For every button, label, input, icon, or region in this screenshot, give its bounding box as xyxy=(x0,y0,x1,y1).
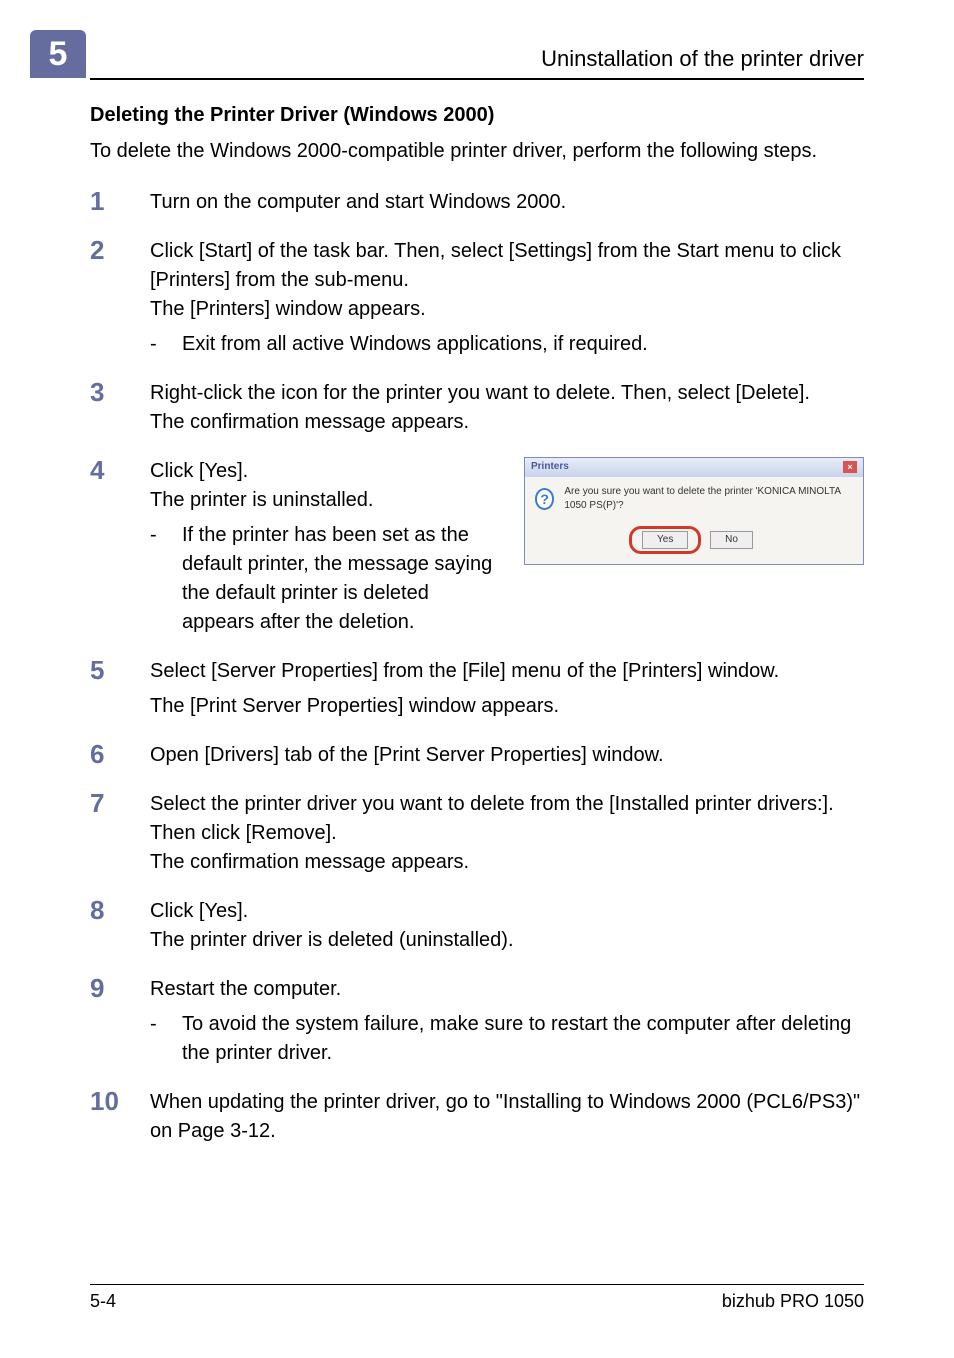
step-text: The [Printers] window appears. xyxy=(150,295,864,324)
no-button[interactable]: No xyxy=(710,531,753,549)
step-text: Select [Server Properties] from the [Fil… xyxy=(150,657,864,686)
step-body: When updating the printer driver, go to … xyxy=(150,1088,864,1146)
bullet-dash: - xyxy=(150,521,164,637)
dialog-message: Are you sure you want to delete the prin… xyxy=(564,485,853,514)
step-7: 7 Select the printer driver you want to … xyxy=(90,790,864,877)
confirmation-dialog: Printers × ? Are you sure you want to de… xyxy=(524,457,864,565)
step-text: Click [Yes]. xyxy=(150,897,864,926)
section-intro: To delete the Windows 2000-compatible pr… xyxy=(90,137,864,166)
dialog-titlebar: Printers × xyxy=(525,458,863,477)
step-text: Click [Yes]. xyxy=(150,457,506,486)
step-body: Select the printer driver you want to de… xyxy=(150,790,864,877)
step-text: Right-click the icon for the printer you… xyxy=(150,379,864,408)
step-text: Select the printer driver you want to de… xyxy=(150,790,864,848)
step-number: 7 xyxy=(90,790,128,877)
substep-text: If the printer has been set as the defau… xyxy=(182,521,506,637)
step-subitem: - To avoid the system failure, make sure… xyxy=(150,1010,864,1068)
step-body: Turn on the computer and start Windows 2… xyxy=(150,188,864,217)
product-name: bizhub PRO 1050 xyxy=(722,1291,864,1312)
step-3: 3 Right-click the icon for the printer y… xyxy=(90,379,864,437)
question-icon: ? xyxy=(535,488,554,510)
step-number: 4 xyxy=(90,457,128,637)
step-6: 6 Open [Drivers] tab of the [Print Serve… xyxy=(90,741,864,770)
step-body: Click [Start] of the task bar. Then, sel… xyxy=(150,237,864,359)
step-number: 1 xyxy=(90,188,128,217)
step-text: The printer is uninstalled. xyxy=(150,486,506,515)
step-number: 10 xyxy=(90,1088,128,1146)
page-number: 5-4 xyxy=(90,1291,116,1312)
page-header: 5 Uninstallation of the printer driver xyxy=(90,30,864,80)
step-body: Select [Server Properties] from the [Fil… xyxy=(150,657,864,721)
close-icon[interactable]: × xyxy=(843,461,857,473)
bullet-dash: - xyxy=(150,330,164,359)
step-text: The confirmation message appears. xyxy=(150,848,864,877)
step-text: The confirmation message appears. xyxy=(150,408,864,437)
section-heading: Deleting the Printer Driver (Windows 200… xyxy=(90,104,864,127)
step-subitem: - Exit from all active Windows applicati… xyxy=(150,330,864,359)
step-body: Open [Drivers] tab of the [Print Server … xyxy=(150,741,864,770)
step-number: 3 xyxy=(90,379,128,437)
step-number: 8 xyxy=(90,897,128,955)
highlight-circle: Yes xyxy=(629,526,701,554)
substep-text: Exit from all active Windows application… xyxy=(182,330,648,359)
step-subitem: - If the printer has been set as the def… xyxy=(150,521,506,637)
step-9: 9 Restart the computer. - To avoid the s… xyxy=(90,975,864,1068)
step-text: Click [Start] of the task bar. Then, sel… xyxy=(150,237,864,295)
chapter-number-tab: 5 xyxy=(30,30,86,78)
step-body: Click [Yes]. The printer is uninstalled.… xyxy=(150,457,864,637)
step-number: 2 xyxy=(90,237,128,359)
step-text: The printer driver is deleted (uninstall… xyxy=(150,926,864,955)
step-number: 5 xyxy=(90,657,128,721)
page-footer: 5-4 bizhub PRO 1050 xyxy=(90,1284,864,1312)
step-8: 8 Click [Yes]. The printer driver is del… xyxy=(90,897,864,955)
step-text: Restart the computer. xyxy=(150,975,864,1004)
dialog-title-text: Printers xyxy=(531,460,569,475)
step-number: 6 xyxy=(90,741,128,770)
step-2: 2 Click [Start] of the task bar. Then, s… xyxy=(90,237,864,359)
step-text: The [Print Server Properties] window app… xyxy=(150,692,864,721)
step-5: 5 Select [Server Properties] from the [F… xyxy=(90,657,864,721)
step-number: 9 xyxy=(90,975,128,1068)
substep-text: To avoid the system failure, make sure t… xyxy=(182,1010,864,1068)
step-body: Click [Yes]. The printer driver is delet… xyxy=(150,897,864,955)
step-1: 1 Turn on the computer and start Windows… xyxy=(90,188,864,217)
step-4: 4 Click [Yes]. The printer is uninstalle… xyxy=(90,457,864,637)
header-title: Uninstallation of the printer driver xyxy=(541,46,864,72)
step-10: 10 When updating the printer driver, go … xyxy=(90,1088,864,1146)
bullet-dash: - xyxy=(150,1010,164,1068)
step-body: Right-click the icon for the printer you… xyxy=(150,379,864,437)
step-body: Restart the computer. - To avoid the sys… xyxy=(150,975,864,1068)
yes-button[interactable]: Yes xyxy=(642,531,688,549)
